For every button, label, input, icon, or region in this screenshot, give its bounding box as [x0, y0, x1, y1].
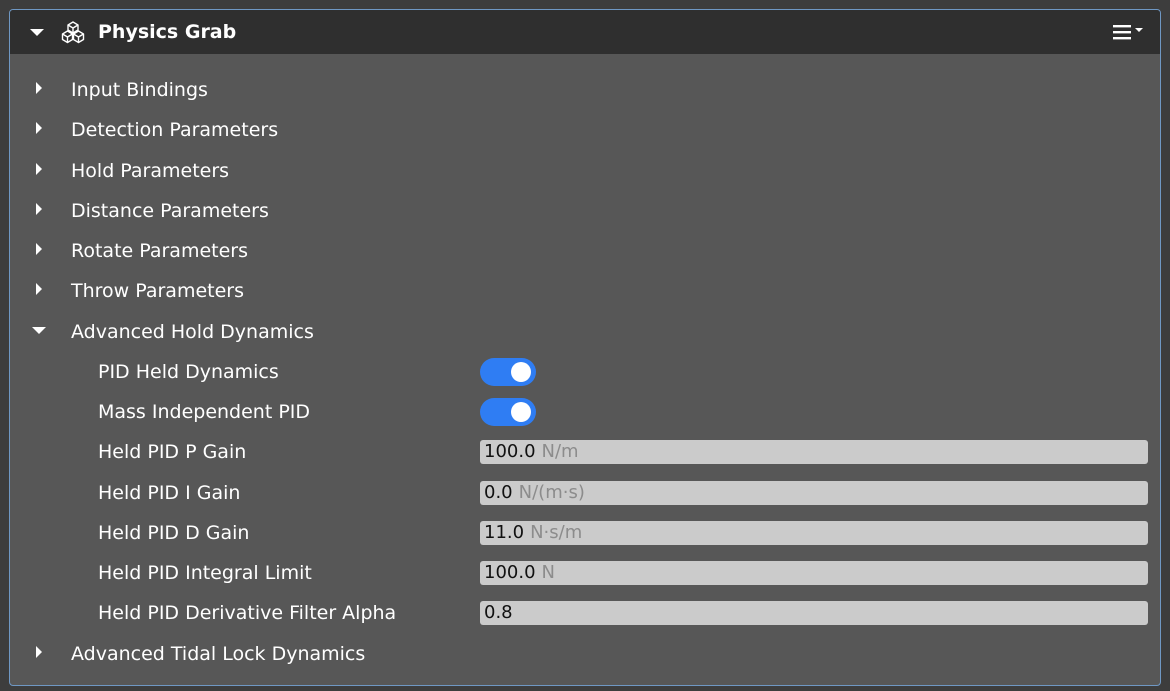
section-rotate-parameters[interactable]: Rotate Parameters: [10, 231, 1160, 271]
hamburger-menu-icon[interactable]: [1112, 22, 1146, 42]
expand-arrow-icon[interactable]: [36, 163, 42, 175]
section-throw-parameters[interactable]: Throw Parameters: [10, 271, 1160, 311]
section-distance-parameters[interactable]: Distance Parameters: [10, 191, 1160, 231]
expand-arrow-icon[interactable]: [36, 283, 42, 295]
i-gain-field[interactable]: 0.0 N/(m·s): [480, 481, 1148, 505]
p-gain-field[interactable]: 100.0 N/m: [480, 440, 1148, 464]
expand-arrow-icon[interactable]: [36, 243, 42, 255]
cubes-icon: [61, 21, 85, 44]
property-held-pid-integral-limit: Held PID Integral Limit 100.0 N: [10, 553, 1160, 593]
collapse-arrow-icon[interactable]: [32, 327, 46, 334]
property-mass-independent-pid: Mass Independent PID: [10, 392, 1160, 432]
section-label: Input Bindings: [71, 79, 208, 101]
property-held-pid-d-gain: Held PID D Gain 11.0 N·s/m: [10, 513, 1160, 553]
property-pid-held-dynamics: PID Held Dynamics: [10, 352, 1160, 392]
property-label: Held PID Integral Limit: [98, 562, 312, 584]
expand-arrow-icon[interactable]: [36, 646, 42, 658]
toggle-knob: [511, 402, 531, 422]
section-label: Advanced Hold Dynamics: [71, 321, 314, 343]
toggle-knob: [511, 362, 531, 382]
section-hold-parameters[interactable]: Hold Parameters: [10, 151, 1160, 191]
section-label: Detection Parameters: [71, 119, 279, 141]
section-label: Rotate Parameters: [71, 240, 248, 262]
field-value: 11.0: [484, 522, 525, 543]
property-label: Held PID P Gain: [98, 441, 247, 463]
field-unit: N/m: [541, 441, 579, 462]
section-label: Throw Parameters: [71, 280, 244, 302]
component-header[interactable]: Physics Grab: [10, 10, 1160, 54]
field-value: 0.0: [484, 482, 513, 503]
property-label: Mass Independent PID: [98, 401, 311, 423]
section-input-bindings[interactable]: Input Bindings: [10, 70, 1160, 110]
derivative-alpha-field[interactable]: 0.8: [480, 601, 1148, 625]
mass-independent-pid-toggle[interactable]: [480, 398, 536, 426]
section-advanced-tidal-lock-dynamics[interactable]: Advanced Tidal Lock Dynamics: [10, 634, 1160, 674]
integral-limit-field[interactable]: 100.0 N: [480, 561, 1148, 585]
property-held-pid-derivative-filter-alpha: Held PID Derivative Filter Alpha 0.8: [10, 593, 1160, 633]
section-advanced-hold-dynamics[interactable]: Advanced Hold Dynamics: [10, 312, 1160, 352]
physics-grab-panel: Physics Grab Input Bindings Detection Pa…: [9, 9, 1161, 686]
section-label: Advanced Tidal Lock Dynamics: [71, 643, 366, 665]
collapse-caret-icon[interactable]: [30, 29, 44, 36]
d-gain-field[interactable]: 11.0 N·s/m: [480, 521, 1148, 545]
field-unit: N·s/m: [530, 522, 583, 543]
field-value: 100.0: [484, 441, 536, 462]
field-unit: N: [541, 562, 555, 583]
property-label: Held PID Derivative Filter Alpha: [98, 602, 397, 624]
property-label: Held PID D Gain: [98, 522, 250, 544]
field-value: 0.8: [484, 602, 513, 623]
field-value: 100.0: [484, 562, 536, 583]
property-held-pid-p-gain: Held PID P Gain 100.0 N/m: [10, 432, 1160, 472]
section-label: Hold Parameters: [71, 160, 230, 182]
component-title: Physics Grab: [98, 21, 237, 43]
section-detection-parameters[interactable]: Detection Parameters: [10, 110, 1160, 150]
property-label: Held PID I Gain: [98, 482, 241, 504]
expand-arrow-icon[interactable]: [36, 82, 42, 94]
section-label: Distance Parameters: [71, 200, 269, 222]
pid-held-dynamics-toggle[interactable]: [480, 358, 536, 386]
property-label: PID Held Dynamics: [98, 361, 279, 383]
property-held-pid-i-gain: Held PID I Gain 0.0 N/(m·s): [10, 473, 1160, 513]
expand-arrow-icon[interactable]: [36, 122, 42, 134]
expand-arrow-icon[interactable]: [36, 203, 42, 215]
field-unit: N/(m·s): [518, 482, 585, 503]
